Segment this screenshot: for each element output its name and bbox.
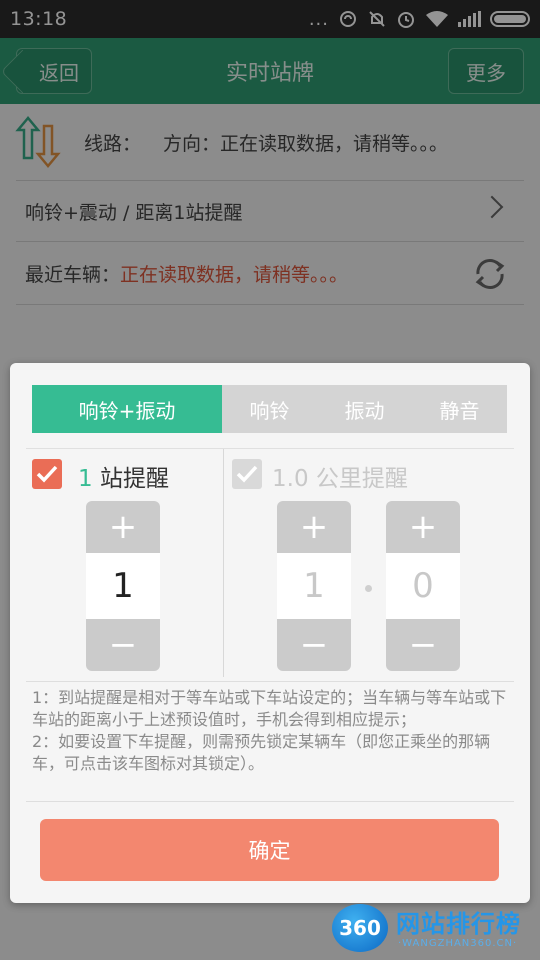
note-item: 2：如要设置下车提醒，则需预先锁定某辆车（即您正乘坐的那辆车，可点击该车图标对其… [32, 732, 491, 773]
distance-reminder-label: 1.0 公里提醒 [272, 466, 408, 492]
decimal-point [365, 585, 372, 592]
reminder-notes: 1：到站提醒是相对于等车站或下车站设定的；当车辆与等车站或下车站的距离小于上述预… [32, 687, 510, 775]
watermark-badge: 360 [332, 904, 388, 952]
watermark-subtext: ·WANGZHAN360.CN· [398, 938, 518, 949]
distance-dec-decrease-button[interactable]: − [386, 619, 460, 671]
note-item: 1：到站提醒是相对于等车站或下车站设定的；当车辆与等车站或下车站的距离小于上述预… [32, 688, 507, 729]
distance-int-increase-button[interactable]: + [277, 501, 351, 553]
distance-int-decrease-button[interactable]: − [277, 619, 351, 671]
station-count: 1 [78, 466, 93, 492]
station-value: 1 [86, 553, 160, 619]
distance-reminder-checkbox[interactable] [232, 459, 262, 489]
watermark-text: 网站排行榜 [396, 910, 521, 938]
checkmark-icon [36, 465, 58, 483]
distance-dec-increase-button[interactable]: + [386, 501, 460, 553]
distance-dec-stepper: + 0 − [386, 501, 460, 671]
divider [26, 448, 514, 449]
station-reminder-checkbox[interactable] [32, 459, 62, 489]
alert-mode-tabs: 响铃+振动 响铃 振动 静音 [32, 385, 507, 433]
checkmark-icon [236, 465, 258, 483]
tab-ring[interactable]: 响铃 [222, 385, 317, 433]
confirm-button[interactable]: 确定 [40, 819, 499, 881]
divider [26, 801, 514, 802]
divider [26, 681, 514, 682]
watermark-logo: 360 网站排行榜 ·WANGZHAN360.CN· [330, 902, 540, 960]
station-reminder-label: 1 站提醒 [78, 459, 169, 493]
tab-ring-vibrate[interactable]: 响铃+振动 [32, 385, 222, 433]
distance-int-stepper: + 1 − [277, 501, 351, 671]
distance-dec-value: 0 [386, 553, 460, 619]
reminder-dialog: 响铃+振动 响铃 振动 静音 1 站提醒 + 1 − 1.0 公里提醒 + 1 … [10, 363, 530, 903]
station-increase-button[interactable]: + [86, 501, 160, 553]
station-stepper: + 1 − [86, 501, 160, 671]
distance-int-value: 1 [277, 553, 351, 619]
divider [223, 449, 224, 677]
tab-silent[interactable]: 静音 [412, 385, 507, 433]
tab-vibrate[interactable]: 振动 [317, 385, 412, 433]
station-decrease-button[interactable]: − [86, 619, 160, 671]
station-suffix: 站提醒 [92, 466, 169, 492]
